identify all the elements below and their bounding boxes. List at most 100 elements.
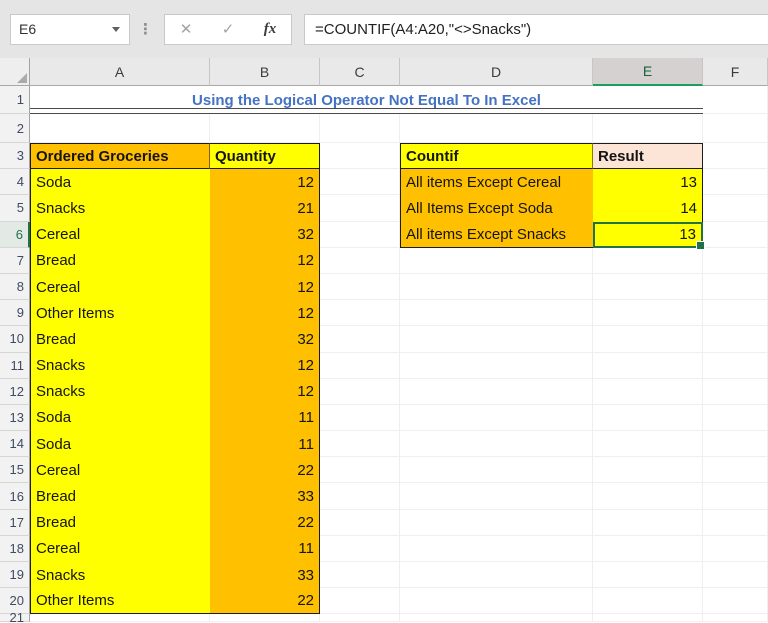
cell-A7[interactable]: Bread [30,247,210,274]
select-all-corner[interactable] [0,58,30,86]
cell-A16[interactable]: Bread [30,483,210,510]
enter-icon[interactable]: ✓ [222,20,235,38]
cell-F7[interactable] [703,247,768,274]
cell-C16[interactable] [320,483,400,510]
cell-C19[interactable] [320,562,400,589]
cell-D19[interactable] [400,562,593,589]
row-header-7[interactable]: 7 [0,247,30,274]
cell-D11[interactable] [400,352,593,379]
cell-C18[interactable] [320,535,400,562]
cell-A11[interactable]: Snacks [30,352,210,379]
column-header-D[interactable]: D [400,58,593,86]
formula-input[interactable]: =COUNTIF(A4:A20,"<>Snacks") [304,13,768,45]
row-header-14[interactable]: 14 [0,431,30,458]
cell-E6-active[interactable]: 13 [593,221,705,250]
cell-F3[interactable] [703,143,768,170]
cell-C5[interactable] [320,195,400,222]
cell-F19[interactable] [703,562,768,589]
cell-D3[interactable]: Countif [400,143,593,170]
row-header-10[interactable]: 10 [0,326,30,353]
column-header-C[interactable]: C [320,58,400,86]
cell-C12[interactable] [320,378,400,405]
cell-A12[interactable]: Snacks [30,378,210,405]
cell-E15[interactable] [593,457,703,484]
cell-D21[interactable] [400,614,593,623]
cell-E14[interactable] [593,431,703,458]
row-header-16[interactable]: 16 [0,483,30,510]
cell-A3[interactable]: Ordered Groceries [30,143,210,170]
row-header-6[interactable]: 6 [0,221,30,248]
column-header-A[interactable]: A [30,58,210,86]
cell-B4[interactable]: 12 [210,169,320,196]
cell-A10[interactable]: Bread [30,326,210,353]
cell-B16[interactable]: 33 [210,483,320,510]
cell-D9[interactable] [400,300,593,327]
cell-B21[interactable] [210,614,320,623]
row-header-8[interactable]: 8 [0,273,30,301]
cell-F15[interactable] [703,457,768,484]
insert-function-icon[interactable]: fx [264,21,277,38]
cell-B10[interactable]: 32 [210,326,320,353]
cell-E16[interactable] [593,483,703,510]
name-box-dropdown-icon[interactable] [112,26,120,32]
cell-A21[interactable] [30,614,210,623]
cell-F13[interactable] [703,404,768,432]
row-header-19[interactable]: 19 [0,562,30,589]
cell-C13[interactable] [320,404,400,432]
cell-B7[interactable]: 12 [210,247,320,274]
cell-C20[interactable] [320,588,400,615]
cell-E12[interactable] [593,378,703,405]
cell-E21[interactable] [593,614,703,623]
row-header-11[interactable]: 11 [0,352,30,379]
cell-E18[interactable] [593,535,703,562]
cell-E13[interactable] [593,404,703,432]
cell-B9[interactable]: 12 [210,300,320,327]
cell-F9[interactable] [703,300,768,327]
row-header-3[interactable]: 3 [0,143,30,170]
row-header-5[interactable]: 5 [0,195,30,222]
cell-B14[interactable]: 11 [210,431,320,458]
cell-F20[interactable] [703,588,768,615]
cell-B12[interactable]: 12 [210,378,320,405]
cell-C2[interactable] [320,114,400,143]
cell-C4[interactable] [320,169,400,196]
row-header-2[interactable]: 2 [0,114,30,143]
cell-C9[interactable] [320,300,400,327]
cell-A14[interactable]: Soda [30,431,210,458]
cell-F2[interactable] [703,114,768,143]
cell-D14[interactable] [400,431,593,458]
row-header-18[interactable]: 18 [0,535,30,562]
cell-D13[interactable] [400,404,593,432]
cell-F21[interactable] [703,614,768,623]
cell-A4[interactable]: Soda [30,169,210,196]
cell-D16[interactable] [400,483,593,510]
cell-E19[interactable] [593,562,703,589]
cell-A5[interactable]: Snacks [30,195,210,222]
cell-B13[interactable]: 11 [210,404,320,432]
cell-C6[interactable] [320,221,400,248]
column-header-B[interactable]: B [210,58,320,86]
cell-E9[interactable] [593,300,703,327]
row-header-9[interactable]: 9 [0,300,30,327]
cell-E7[interactable] [593,247,703,274]
row-header-17[interactable]: 17 [0,509,30,536]
cell-B8[interactable]: 12 [210,273,320,301]
cell-B18[interactable]: 11 [210,535,320,562]
cell-A19[interactable]: Snacks [30,562,210,589]
row-header-13[interactable]: 13 [0,404,30,432]
cell-D8[interactable] [400,273,593,301]
cell-C8[interactable] [320,273,400,301]
row-header-21[interactable]: 21 [0,610,30,623]
row-header-12[interactable]: 12 [0,378,30,405]
cell-F18[interactable] [703,535,768,562]
cell-B2[interactable] [210,114,320,143]
cell-C21[interactable] [320,614,400,623]
cell-E10[interactable] [593,326,703,353]
cell-A2[interactable] [30,114,210,143]
cell-D4[interactable]: All items Except Cereal [400,169,593,196]
cell-E3[interactable]: Result [593,143,703,170]
column-header-E[interactable]: E [593,58,703,86]
cell-E11[interactable] [593,352,703,379]
cell-F17[interactable] [703,509,768,536]
cell-A6[interactable]: Cereal [30,221,210,248]
